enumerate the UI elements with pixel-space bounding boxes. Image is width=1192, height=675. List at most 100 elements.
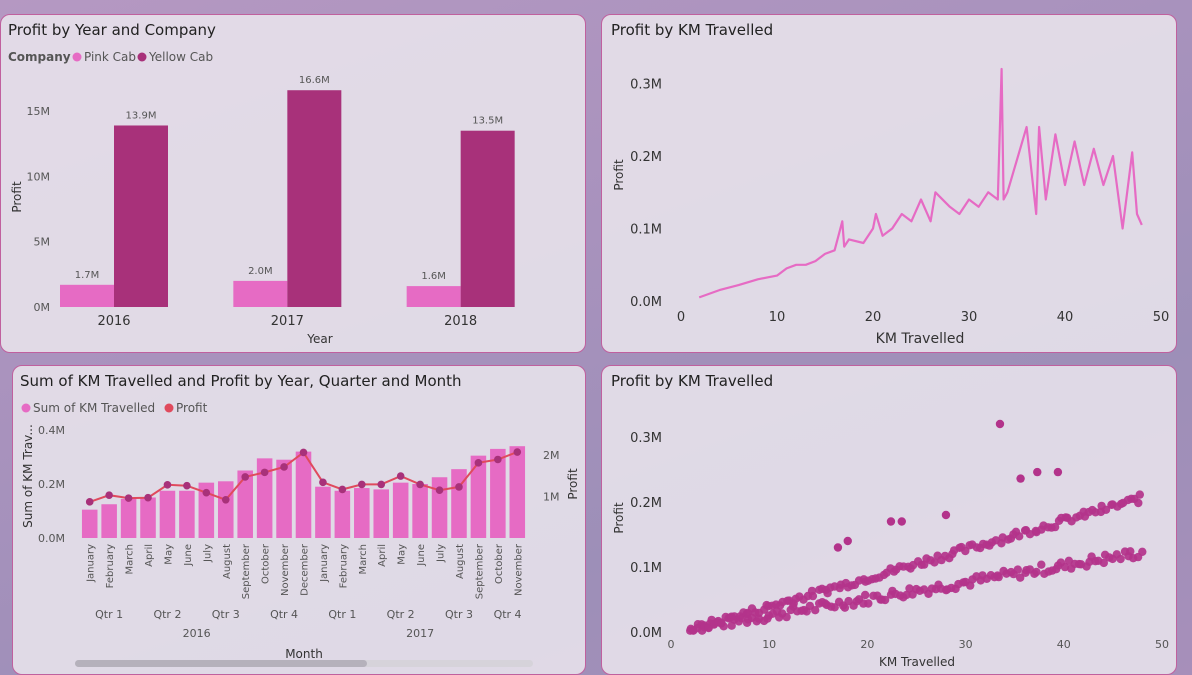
legend-label-yellow-cab[interactable]: Yellow Cab bbox=[148, 50, 213, 64]
month-label: August bbox=[222, 544, 233, 579]
scatter-point bbox=[833, 543, 843, 552]
month-label: July bbox=[202, 544, 213, 563]
x-tick-label: 2018 bbox=[444, 314, 477, 329]
y-tick-label: 0.1M bbox=[630, 561, 662, 576]
profit-point bbox=[338, 485, 347, 494]
y-axis-label: Profit bbox=[612, 502, 626, 534]
x-axis-label: Month bbox=[285, 647, 323, 661]
scatter-point bbox=[864, 599, 873, 608]
month-label: April bbox=[377, 544, 388, 567]
bar-km-travelled bbox=[392, 482, 409, 538]
x-axis-label: KM Travelled bbox=[876, 331, 965, 347]
month-label: January bbox=[86, 544, 97, 583]
x-tick-label: 40 bbox=[1057, 310, 1074, 325]
data-label: 16.6M bbox=[299, 75, 330, 86]
month-label: October bbox=[494, 543, 505, 584]
bar-pink-cab bbox=[406, 286, 461, 307]
bar-pink-cab bbox=[233, 280, 288, 307]
bar-km-travelled bbox=[334, 490, 351, 538]
chart-title: Profit by Year and Company bbox=[8, 21, 216, 39]
x-tick-label: 10 bbox=[769, 310, 786, 325]
bar-pink-cab bbox=[60, 284, 114, 307]
bar-km-travelled bbox=[412, 484, 428, 538]
profit-point bbox=[260, 468, 269, 477]
x-axis-label: Year bbox=[306, 332, 332, 346]
scatter-point bbox=[1037, 560, 1046, 569]
profit-by-km-scatter-panel: Profit by KM Travelled Profit KM Travell… bbox=[601, 365, 1177, 675]
profit-point bbox=[474, 459, 483, 467]
scatter-point bbox=[1033, 467, 1042, 477]
month-label: May bbox=[163, 544, 174, 565]
profit-point bbox=[416, 480, 424, 489]
profit-point bbox=[396, 472, 405, 480]
bar-km-travelled bbox=[295, 451, 312, 538]
bar-km-travelled bbox=[179, 490, 195, 538]
legend-title: Company bbox=[8, 50, 71, 64]
scatter-point bbox=[1013, 565, 1022, 574]
x-tick-label: 0 bbox=[677, 310, 685, 325]
legend-label-profit[interactable]: Profit bbox=[176, 401, 208, 415]
profit-point bbox=[105, 491, 113, 500]
x-tick-label: 50 bbox=[1153, 310, 1170, 325]
bar-km-travelled bbox=[354, 488, 370, 538]
month-label: September bbox=[241, 543, 252, 599]
profit-point bbox=[202, 488, 211, 497]
scatter-point bbox=[897, 517, 906, 526]
x-tick-label: 20 bbox=[865, 310, 882, 325]
scatter-point bbox=[995, 419, 1005, 429]
data-label: 13.5M bbox=[472, 116, 503, 127]
data-label: 1.6M bbox=[421, 271, 446, 282]
y-left-tick-label: 0.4M bbox=[38, 424, 65, 437]
month-label: August bbox=[455, 544, 466, 579]
x-tick-label: 30 bbox=[959, 638, 973, 651]
data-label: 2.0M bbox=[248, 266, 273, 277]
data-label: 13.9M bbox=[126, 110, 157, 121]
month-label: April bbox=[144, 544, 155, 567]
profit-point bbox=[435, 486, 444, 495]
month-label: July bbox=[436, 544, 447, 563]
profit-point bbox=[494, 455, 502, 464]
month-label: September bbox=[474, 543, 485, 599]
month-label: January bbox=[319, 544, 330, 583]
y-right-tick-label: 1M bbox=[543, 490, 560, 503]
scatter-point bbox=[1135, 490, 1144, 499]
scatter-point bbox=[1032, 567, 1041, 577]
scatter-point bbox=[1016, 474, 1025, 483]
x-axis-label: KM Travelled bbox=[879, 655, 955, 669]
quarter-label: Qtr 1 bbox=[95, 608, 123, 621]
y-tick-label: 10M bbox=[27, 170, 51, 183]
y-right-tick-label: 2M bbox=[543, 449, 560, 462]
y-tick-label: 15M bbox=[27, 105, 51, 118]
bar-km-travelled bbox=[509, 446, 526, 538]
y-tick-label: 5M bbox=[34, 236, 51, 249]
y-tick-label: 0.0M bbox=[630, 295, 662, 310]
quarter-label: Qtr 4 bbox=[494, 608, 522, 621]
bar-km-travelled bbox=[217, 481, 234, 538]
bar-km-travelled bbox=[140, 497, 156, 538]
y-tick-label: 0.1M bbox=[630, 223, 662, 238]
horizontal-scrollbar-thumb[interactable] bbox=[75, 660, 367, 667]
km-profit-by-month-chart: Sum of KM Travelled and Profit by Year, … bbox=[20, 372, 580, 667]
profit-by-year-company-panel: Profit by Year and Company Company Pink … bbox=[0, 14, 586, 353]
profit-point bbox=[299, 448, 308, 457]
x-tick-label: 2017 bbox=[271, 314, 304, 329]
bar-yellow-cab bbox=[287, 90, 342, 307]
profit-point bbox=[163, 481, 172, 489]
legend-label-pink-cab[interactable]: Pink Cab bbox=[84, 50, 136, 64]
bar-yellow-cab bbox=[114, 125, 168, 307]
year-label: 2016 bbox=[183, 627, 211, 640]
chart-title: Sum of KM Travelled and Profit by Year, … bbox=[20, 372, 462, 390]
legend-label-km[interactable]: Sum of KM Travelled bbox=[33, 401, 155, 415]
profit-point bbox=[241, 473, 249, 481]
bar-km-travelled bbox=[120, 498, 137, 538]
y-axis-right-label: Profit bbox=[566, 468, 580, 500]
profit-point bbox=[221, 495, 230, 504]
profit-point bbox=[85, 498, 94, 506]
y-axis-label: Profit bbox=[10, 181, 24, 213]
profit-line bbox=[698, 67, 1143, 299]
chart-title: Profit by KM Travelled bbox=[611, 372, 773, 390]
scatter-point bbox=[1053, 467, 1063, 477]
month-label: May bbox=[397, 544, 408, 565]
profit-point bbox=[358, 480, 366, 489]
month-label: November bbox=[280, 543, 291, 596]
